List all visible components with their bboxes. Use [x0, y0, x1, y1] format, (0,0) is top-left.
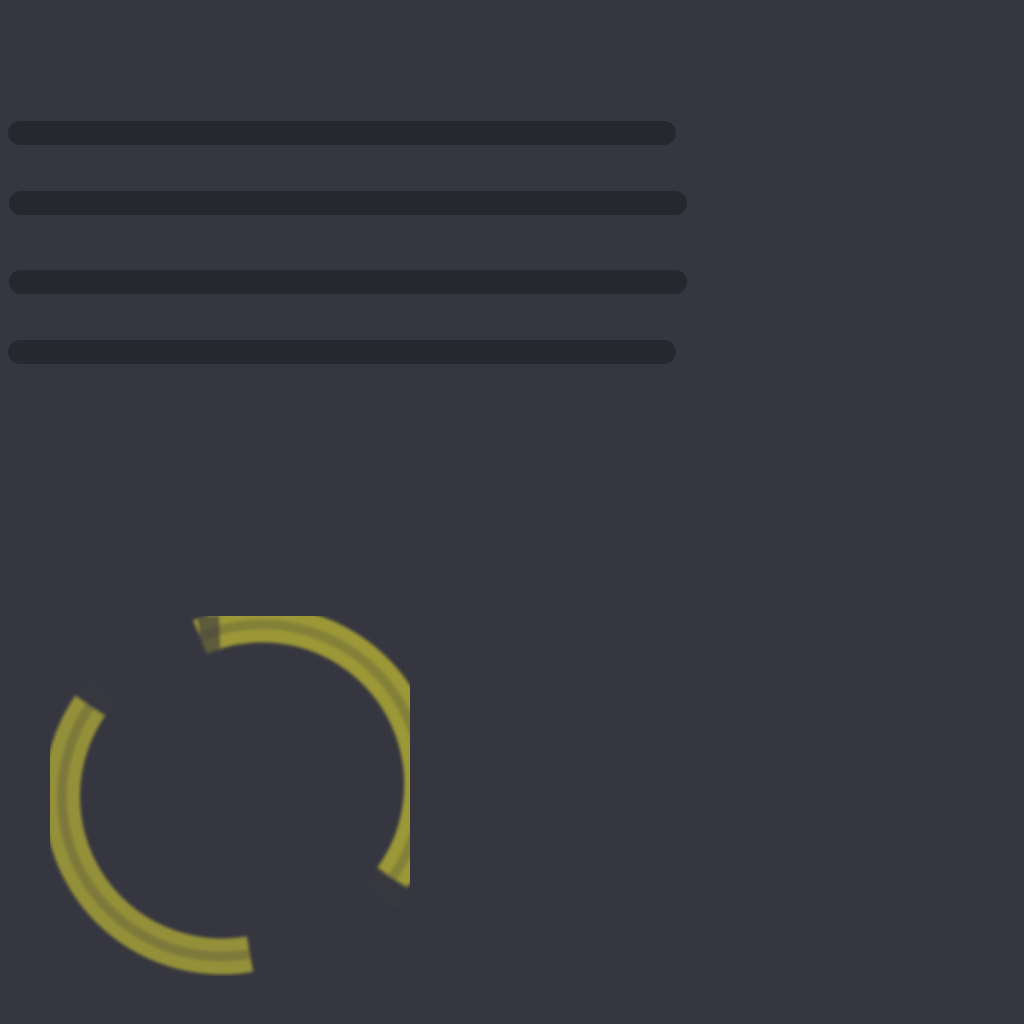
skeleton-line-4 [8, 340, 676, 364]
skeleton-line-2 [9, 191, 687, 215]
skeleton-line-3 [9, 270, 687, 294]
loading-screen [0, 0, 1024, 1024]
skeleton-line-1 [8, 121, 676, 145]
spinner-arc-bottom-left [50, 695, 254, 975]
spinner-icon [50, 616, 410, 975]
spinner-arc-top-right [193, 616, 410, 889]
